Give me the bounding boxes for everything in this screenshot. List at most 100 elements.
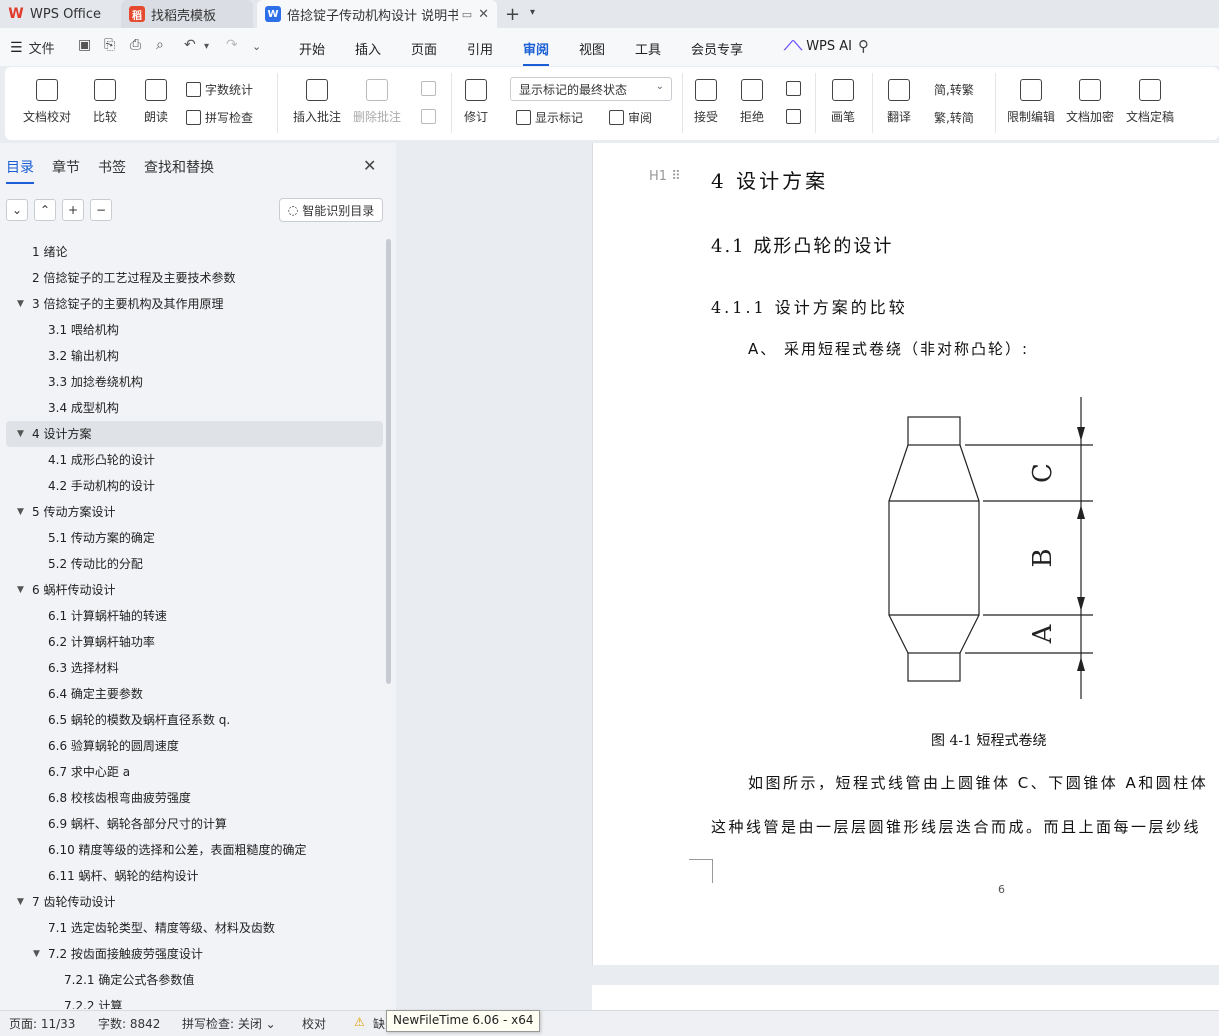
- menu-tab-insert[interactable]: 插入: [355, 39, 381, 58]
- toc-item[interactable]: 6.11 蜗杆、蜗轮的结构设计: [6, 863, 383, 889]
- tab-template[interactable]: 稻 找稻壳模板: [121, 0, 253, 28]
- search-icon[interactable]: ⚲: [858, 37, 869, 55]
- heading-3[interactable]: 4.1.1 设计方案的比较: [711, 294, 908, 318]
- expand-arrow-icon[interactable]: ▼: [33, 941, 40, 967]
- revise-button[interactable]: 修订: [464, 79, 488, 125]
- pen-button[interactable]: 画笔: [831, 79, 855, 125]
- new-tab-icon[interactable]: +: [505, 4, 520, 25]
- toc-item[interactable]: 3.2 输出机构: [6, 343, 383, 369]
- toc-item[interactable]: 6.9 蜗杆、蜗轮各部分尺寸的计算: [6, 811, 383, 837]
- smart-toc-button[interactable]: ◌ 智能识别目录: [279, 198, 383, 222]
- collapse-all-button[interactable]: ⌃: [34, 199, 56, 221]
- toc-item[interactable]: 5.1 传动方案的确定: [6, 525, 383, 551]
- compare-button[interactable]: 比较: [93, 79, 117, 125]
- doc-check-button[interactable]: 文档校对: [23, 79, 71, 125]
- remove-heading-button[interactable]: −: [90, 199, 112, 221]
- export-icon[interactable]: ⎘: [104, 37, 115, 53]
- expand-arrow-icon[interactable]: ▼: [17, 421, 24, 447]
- toc-item[interactable]: 6.1 计算蜗杆轴的转速: [6, 603, 383, 629]
- proofread-status[interactable]: 校对: [302, 1015, 326, 1032]
- toc-item[interactable]: 6.10 精度等级的选择和公差，表面粗糙度的确定: [6, 837, 383, 863]
- toc-item[interactable]: 1 绪论: [6, 239, 383, 265]
- save-icon[interactable]: ▣: [78, 37, 91, 53]
- menu-tab-references[interactable]: 引用: [467, 39, 493, 58]
- prev-revision-icon[interactable]: [786, 81, 801, 96]
- expand-arrow-icon[interactable]: ▼: [17, 499, 24, 525]
- menu-tab-member[interactable]: 会员专享: [691, 39, 743, 58]
- spell-check-button[interactable]: 拼写检查: [186, 109, 253, 126]
- toc-item[interactable]: ▼ 7.2 按齿面接触疲劳强度设计: [6, 941, 383, 967]
- print-icon[interactable]: ⎙: [130, 37, 141, 53]
- show-marks-button[interactable]: 显示标记: [516, 109, 583, 126]
- finalize-button[interactable]: 文档定稿: [1126, 79, 1174, 125]
- toc-item[interactable]: ▼ 4 设计方案: [6, 421, 383, 447]
- wps-ai-button[interactable]: ⟋⟍ WPS AI: [784, 39, 852, 54]
- toc-item[interactable]: 2 倍捻锭子的工艺过程及主要技术参数: [6, 265, 383, 291]
- menu-tab-page[interactable]: 页面: [411, 39, 437, 58]
- toc-item[interactable]: 4.2 手动机构的设计: [6, 473, 383, 499]
- toc-item[interactable]: 6.7 求中心距 a: [6, 759, 383, 785]
- drag-handle-icon[interactable]: ⠿: [671, 169, 681, 184]
- read-aloud-button[interactable]: 朗读: [144, 79, 168, 125]
- toc-item[interactable]: 6.5 蜗轮的模数及蜗杆直径系数 q.: [6, 707, 383, 733]
- toc-item[interactable]: 6.8 校核齿根弯曲疲劳强度: [6, 785, 383, 811]
- close-pane-icon[interactable]: ✕: [363, 156, 376, 175]
- to-simplified-button[interactable]: 繁,转简: [934, 109, 974, 126]
- toc-item[interactable]: 5.2 传动比的分配: [6, 551, 383, 577]
- review-pane-button[interactable]: 审阅: [609, 109, 652, 126]
- toc-item[interactable]: 7.2.2 计算: [6, 993, 383, 1009]
- menu-tab-tools[interactable]: 工具: [635, 39, 661, 58]
- next-comment-icon[interactable]: [421, 109, 436, 124]
- insert-comment-button[interactable]: 插入批注: [293, 79, 341, 125]
- markup-state-select[interactable]: 显示标记的最终状态 ⌄: [510, 77, 672, 101]
- nav-tab-bookmarks[interactable]: 书签: [98, 157, 126, 177]
- toc-item[interactable]: 3.3 加捻卷绕机构: [6, 369, 383, 395]
- expand-arrow-icon[interactable]: ▼: [17, 577, 24, 603]
- paragraph-option-a[interactable]: A、 采用短程式卷绕（非对称凸轮）:: [748, 338, 1029, 359]
- word-count-button[interactable]: 字数统计: [186, 81, 253, 98]
- redo-icon[interactable]: ↷: [226, 37, 238, 53]
- expand-arrow-icon[interactable]: ▼: [17, 889, 24, 915]
- translate-button[interactable]: 翻译: [887, 79, 911, 125]
- monitor-icon[interactable]: ▭: [462, 8, 472, 21]
- toc-item[interactable]: 6.4 确定主要参数: [6, 681, 383, 707]
- body-paragraph-line2[interactable]: 这种线管是由一层层圆锥形线层迭合而成。而且上面每一层纱线: [711, 816, 1201, 837]
- file-menu[interactable]: ☰ 文件: [10, 38, 55, 58]
- heading-2[interactable]: 4.1 成形凸轮的设计: [711, 232, 893, 258]
- next-revision-icon[interactable]: [786, 109, 801, 124]
- menu-tab-view[interactable]: 视图: [579, 39, 605, 58]
- toc-item[interactable]: ▼ 6 蜗杆传动设计: [6, 577, 383, 603]
- accept-button[interactable]: 接受: [694, 79, 718, 125]
- expand-all-button[interactable]: ⌄: [6, 199, 28, 221]
- heading-1[interactable]: 4 设计方案: [711, 165, 828, 194]
- menu-tab-home[interactable]: 开始: [299, 39, 325, 58]
- toc-item[interactable]: 3.1 喂给机构: [6, 317, 383, 343]
- tab-wps-office[interactable]: W WPS Office: [0, 0, 118, 28]
- toc-item[interactable]: 7.1 选定齿轮类型、精度等级、材料及齿数: [6, 915, 383, 941]
- expand-arrow-icon[interactable]: ▼: [17, 291, 24, 317]
- toc-item[interactable]: 6.3 选择材料: [6, 655, 383, 681]
- delete-comment-button[interactable]: 删除批注: [353, 79, 401, 125]
- heading-mark[interactable]: H1 ⠿: [649, 169, 681, 184]
- nav-tab-chapters[interactable]: 章节: [52, 157, 80, 177]
- reject-button[interactable]: 拒绝: [740, 79, 764, 125]
- page-indicator[interactable]: 页面: 11/33: [9, 1015, 75, 1032]
- missing-font-status[interactable]: 缺: [373, 1015, 385, 1032]
- menu-tab-review[interactable]: 审阅: [523, 39, 550, 66]
- more-icon[interactable]: ⌄: [252, 40, 261, 53]
- nav-tab-toc[interactable]: 目录: [6, 157, 34, 184]
- print-preview-icon[interactable]: ⌕: [156, 37, 164, 53]
- toc-item[interactable]: 7.2.1 确定公式各参数值: [6, 967, 383, 993]
- toc-item[interactable]: 3.4 成型机构: [6, 395, 383, 421]
- toc-item[interactable]: 6.6 验算蜗轮的圆周速度: [6, 733, 383, 759]
- restrict-edit-button[interactable]: 限制编辑: [1007, 79, 1055, 125]
- toc-item[interactable]: 4.1 成形凸轮的设计: [6, 447, 383, 473]
- toc-scrollbar[interactable]: [386, 239, 391, 684]
- tab-document[interactable]: W 倍捻锭子传动机构设计 说明书 ▭ ✕: [257, 0, 497, 28]
- toc-item[interactable]: ▼ 3 倍捻锭子的主要机构及其作用原理: [6, 291, 383, 317]
- chevron-down-icon[interactable]: ▾: [530, 7, 535, 18]
- toc-item[interactable]: 6.2 计算蜗杆轴功率: [6, 629, 383, 655]
- document-page[interactable]: H1 ⠿ 4 设计方案 4.1 成形凸轮的设计 4.1.1 设计方案的比较 A、…: [592, 143, 1219, 965]
- toc-item[interactable]: ▼ 5 传动方案设计: [6, 499, 383, 525]
- next-page[interactable]: [592, 985, 1219, 1010]
